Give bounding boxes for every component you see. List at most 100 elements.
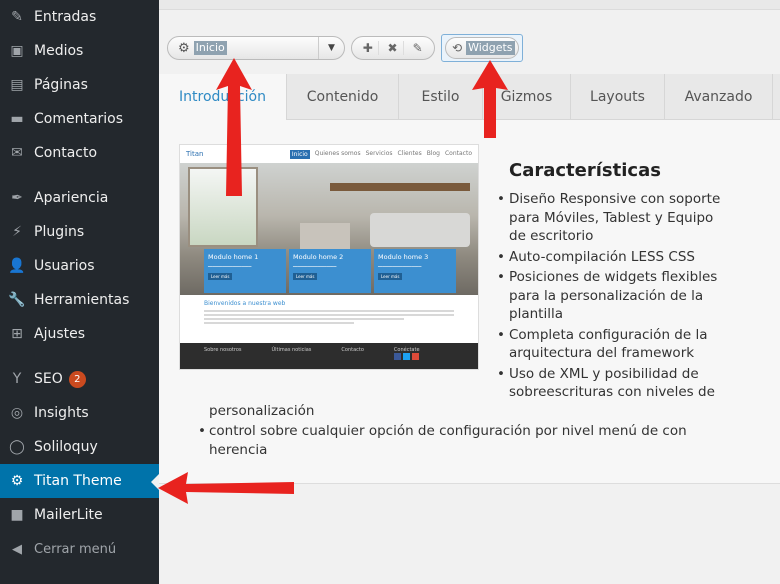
sidebar-item-label: Cerrar menú [34, 541, 117, 557]
comments-icon: ▬ [10, 111, 24, 127]
module-title: Modulo home 1 [208, 253, 259, 261]
text-line [204, 314, 454, 316]
pin-icon: ✎ [11, 9, 23, 25]
preview-nav-item: Contacto [444, 149, 472, 157]
sidebar-item-herramientas[interactable]: 🔧 Herramientas [0, 283, 159, 317]
close-icon[interactable]: ✖ [382, 41, 404, 55]
features-list: Diseño Responsive con soporte para Móvil… [489, 190, 729, 404]
module-text: ━━━━━━━━━━━━━━━━━━ [208, 264, 252, 269]
notification-badge: 2 [68, 370, 86, 388]
sidebar-item-label: Apariencia [34, 190, 109, 206]
sidebar-item-p-ginas[interactable]: ▤ Páginas [0, 68, 159, 102]
preview-modules: Modulo home 1 ━━━━━━━━━━━━━━━━━━ Leer má… [204, 249, 456, 293]
hero-shelf [330, 183, 470, 191]
sidebar-item-apariencia[interactable]: ✒ Apariencia [0, 181, 159, 215]
sidebar-item-label: Plugins [34, 224, 85, 240]
preview-logo: Titan [186, 150, 204, 158]
media-icon: ▣ [10, 43, 24, 59]
edit-icon[interactable]: ✎ [407, 41, 429, 55]
annotation-arrow-select [216, 58, 252, 196]
collapse-icon: ◀ [12, 541, 22, 557]
tab-layouts[interactable]: Layouts [571, 74, 665, 120]
preview-nav-item: Servicios [365, 149, 393, 157]
sidebar-item-usuarios[interactable]: 👤 Usuarios [0, 249, 159, 283]
insights-icon: ◎ [10, 405, 24, 421]
sidebar-item-label: Comentarios [34, 111, 124, 127]
chevron-down-icon[interactable]: ▼ [318, 37, 344, 59]
module-text: ━━━━━━━━━━━━━━━━━━ [378, 264, 422, 269]
sidebar-item-label: Herramientas [34, 292, 130, 308]
pages-icon: ▤ [10, 77, 24, 93]
feature-item: control sobre cualquier opción de config… [189, 422, 749, 459]
sidebar-item-cerrar-men-[interactable]: ◀ Cerrar menú [0, 532, 159, 566]
sidebar-item-plugins[interactable]: ⚡ Plugins [0, 215, 159, 249]
plugins-icon: ⚡ [12, 224, 22, 240]
footer-col: Contacto [341, 347, 364, 353]
sidebar-item-label: Entradas [34, 9, 97, 25]
text-line [204, 318, 404, 320]
social-icons [393, 353, 420, 360]
preview-module: Modulo home 2 ━━━━━━━━━━━━━━━━━━ Leer má… [289, 249, 371, 293]
sidebar-item-label: Ajustes [34, 326, 86, 342]
footer-col: Últimas noticias [271, 347, 312, 353]
features-title: Características [509, 160, 661, 181]
preview-body: Bienvenidos a nuestra web [180, 295, 478, 343]
users-icon: 👤 [8, 258, 26, 274]
feature-item: Diseño Responsive con soporte para Móvil… [489, 190, 729, 246]
footer-col: Sobre nosotros [204, 347, 242, 353]
sidebar-item-label: Medios [34, 43, 84, 59]
admin-sidebar: ✎ Entradas ▣ Medios ▤ Páginas ▬ Comentarios ✉ Con… [0, 0, 159, 584]
sidebar-item-label: Usuarios [34, 258, 95, 274]
annotation-arrow-titan-theme [158, 472, 294, 504]
sidebar-item-seo[interactable]: Y SEO 2 [0, 362, 159, 396]
module-title: Modulo home 2 [293, 253, 344, 261]
module-title: Modulo home 3 [378, 253, 429, 261]
top-edge [159, 0, 780, 10]
tools-icon: 🔧 [8, 292, 26, 308]
appearance-icon: ✒ [11, 190, 23, 206]
sidebar-item-ajustes[interactable]: ⊞ Ajustes [0, 317, 159, 351]
gear-icon: ⚙ [10, 473, 24, 489]
widgets-button[interactable]: ⟲ Widgets [445, 37, 519, 59]
hero-sofa [370, 213, 470, 247]
text-line [204, 322, 354, 324]
preview-nav-item: Quienes somos [314, 149, 361, 157]
sidebar-item-soliloquy[interactable]: ◯ Soliloquy [0, 430, 159, 464]
preview-footer: Sobre nosotros Últimas noticias Contacto… [180, 343, 478, 369]
module-button: Leer más [208, 273, 233, 280]
module-button: Leer más [293, 273, 318, 280]
sidebar-item-medios[interactable]: ▣ Medios [0, 34, 159, 68]
page-select[interactable]: ⚙ Inicio ▼ [167, 36, 345, 60]
module-text: ━━━━━━━━━━━━━━━━━━ [293, 264, 337, 269]
sidebar-item-label: Titan Theme [34, 473, 122, 489]
sidebar-item-comentarios[interactable]: ▬ Comentarios [0, 102, 159, 136]
soliloquy-icon: ◯ [9, 439, 25, 455]
settings-icon: ⊞ [11, 326, 23, 342]
sidebar-item-insights[interactable]: ◎ Insights [0, 396, 159, 430]
sidebar-item-label: Soliloquy [34, 439, 98, 455]
footer-col: Conéctate [393, 347, 420, 365]
sidebar-item-contacto[interactable]: ✉ Contacto [0, 136, 159, 170]
sidebar-item-titan-theme[interactable]: ⚙ Titan Theme [0, 464, 159, 498]
refresh-icon: ⟲ [452, 41, 463, 55]
tab-avanzado[interactable]: Avanzado [665, 74, 773, 120]
sidebar-item-label: Contacto [34, 145, 98, 161]
sidebar-item-entradas[interactable]: ✎ Entradas [0, 0, 159, 34]
sidebar-item-mailerlite[interactable]: ■ MailerLite [0, 498, 159, 532]
feature-item: Auto-compilación LESS CSS [489, 248, 729, 267]
annotation-arrow-widgets [472, 60, 508, 138]
preview-module: Modulo home 1 ━━━━━━━━━━━━━━━━━━ Leer má… [204, 249, 286, 293]
tools-group: ✚ ✖ ✎ [351, 36, 435, 60]
feature-continuation: personalización [209, 403, 315, 419]
feature-item: Completa configuración de la arquitectur… [489, 326, 729, 363]
preview-nav-item: Inicio [289, 149, 310, 159]
hero-table [300, 223, 350, 251]
add-icon[interactable]: ✚ [357, 41, 380, 55]
preview-nav-item: Blog [426, 149, 440, 157]
sidebar-item-label: SEO [34, 371, 63, 387]
module-button: Leer más [378, 273, 403, 280]
widgets-label: Widgets [466, 41, 515, 55]
tab-contenido[interactable]: Contenido [287, 74, 399, 120]
feature-item: Posiciones de widgets flexibles para la … [489, 268, 729, 324]
preview-nav: Inicio Quienes somos Servicios Clientes … [289, 149, 472, 159]
